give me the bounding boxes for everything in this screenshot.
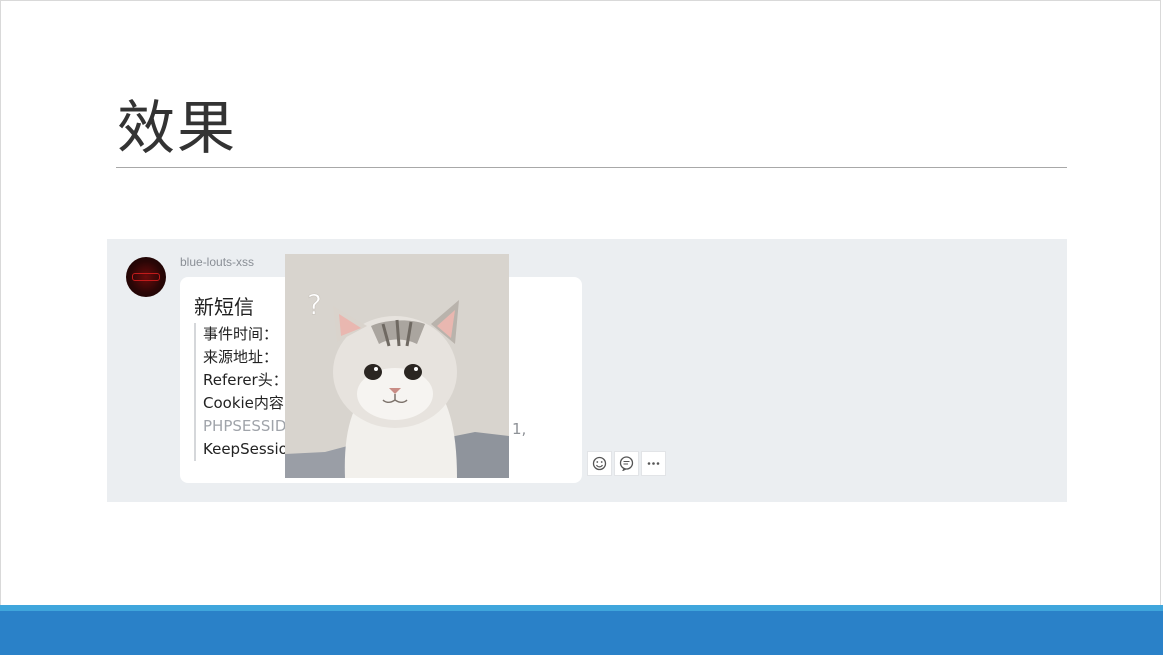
cookie-line: Cookie内容: [203, 394, 284, 412]
phpsessid-line: PHPSESSID: [203, 417, 287, 435]
cat-sticker-image: ?: [285, 254, 509, 478]
title-divider: [116, 167, 1067, 168]
reply-button[interactable]: [614, 451, 639, 476]
slide-title: 效果: [117, 94, 238, 162]
trailing-text: 1,: [512, 420, 527, 438]
event-time-line: 事件时间：: [203, 325, 279, 343]
svg-text:?: ?: [307, 288, 322, 321]
keepsession-line: KeepSessio: [203, 440, 288, 458]
sender-name: blue-louts-xss: [180, 255, 255, 269]
emoji-button[interactable]: [587, 451, 612, 476]
cat-illustration: ?: [285, 254, 509, 478]
avatar-logo-mark: [132, 273, 160, 281]
message-body: 事件时间： 来源地址： Referer头： Cookie内容 PHPSESSID…: [194, 323, 288, 461]
emoji-icon: [592, 456, 607, 471]
referer-line: Referer头：: [203, 371, 288, 389]
footer-bar: [0, 611, 1163, 655]
message-title: 新短信: [194, 295, 254, 319]
more-button[interactable]: [641, 451, 666, 476]
source-address-line: 来源地址：: [203, 348, 279, 366]
avatar[interactable]: [126, 257, 166, 297]
reply-icon: [619, 456, 634, 471]
more-icon: [647, 462, 660, 465]
